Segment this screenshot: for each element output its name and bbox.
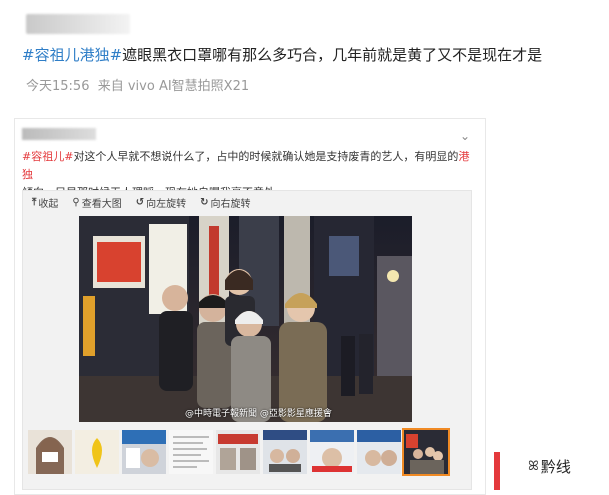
thumbnail-4[interactable] [169, 430, 213, 474]
magnifier-icon: ⚲ [72, 197, 80, 208]
thumbnail-image [216, 430, 260, 474]
account-logo: ꕤ 黔线 [528, 456, 571, 477]
photo-watermark: @中時電子報新聞 @亞影影星應援會 [185, 409, 332, 419]
post-source: 来自 vivo AI智慧拍照X21 [97, 79, 250, 94]
thumbnail-7[interactable] [310, 430, 354, 474]
hashtag-link[interactable]: #容祖儿港独# [22, 46, 122, 64]
collapse-arrow-icon: ⤒ [32, 197, 37, 208]
red-accent-bar [494, 452, 500, 490]
thumbnail-2[interactable] [75, 430, 119, 474]
view-large-button[interactable]: ⚲ 查看大图 [72, 195, 121, 210]
thumbnail-image [310, 430, 354, 474]
rotate-left-button[interactable]: ↺ 向左旋转 [136, 195, 186, 210]
thumbnail-image [404, 430, 448, 474]
post-time[interactable]: 今天15:56 [26, 79, 89, 94]
quoted-text-1: 对这个人早就不想说什么了，占中的时候就确认她是支持废青的艺人，有明显的 [73, 150, 459, 163]
media-toolbar: ⤒ 收起 ⚲ 查看大图 ↺ 向左旋转 ↻ 向右旋转 [32, 195, 251, 210]
rotate-right-button[interactable]: ↻ 向右旋转 [200, 195, 250, 210]
rotate-left-icon: ↺ [135, 197, 145, 208]
group-photo-illustration [79, 216, 412, 422]
post-meta: 今天15:56 来自 vivo AI智慧拍照X21 [26, 75, 249, 94]
thumbnail-image [122, 430, 166, 474]
thumbnail-9-selected[interactable] [402, 428, 450, 476]
thumbnail-1[interactable] [28, 430, 72, 474]
wechat-icon: ꕤ [528, 459, 539, 474]
thumbnail-6[interactable] [263, 430, 307, 474]
thumbnail-8[interactable] [357, 430, 401, 474]
thumbnail-image [357, 430, 401, 474]
thumbnail-image [169, 430, 213, 474]
quoted-username-blurred [22, 128, 96, 140]
thumbnail-5[interactable] [216, 430, 260, 474]
post-body: 遮眼黑衣口罩哪有那么多巧合，几年前就是黄了又不是现在才是 [122, 46, 543, 64]
thumbnail-image [263, 430, 307, 474]
collapse-button[interactable]: ⤒ 收起 [32, 195, 58, 210]
thumbnail-3[interactable] [122, 430, 166, 474]
thumbnail-strip [28, 428, 450, 476]
rotate-right-icon: ↻ [200, 197, 209, 208]
chevron-down-icon[interactable]: ⌄ [460, 129, 470, 143]
main-photo[interactable] [79, 216, 412, 422]
thumbnail-image [75, 430, 119, 474]
blurred-username [26, 14, 130, 34]
post-text: #容祖儿港独#遮眼黑衣口罩哪有那么多巧合，几年前就是黄了又不是现在才是 [22, 44, 602, 66]
quoted-hashtag-link[interactable]: #容祖儿# [22, 150, 73, 163]
logo-text: 黔线 [540, 458, 571, 476]
thumbnail-image [28, 430, 72, 474]
